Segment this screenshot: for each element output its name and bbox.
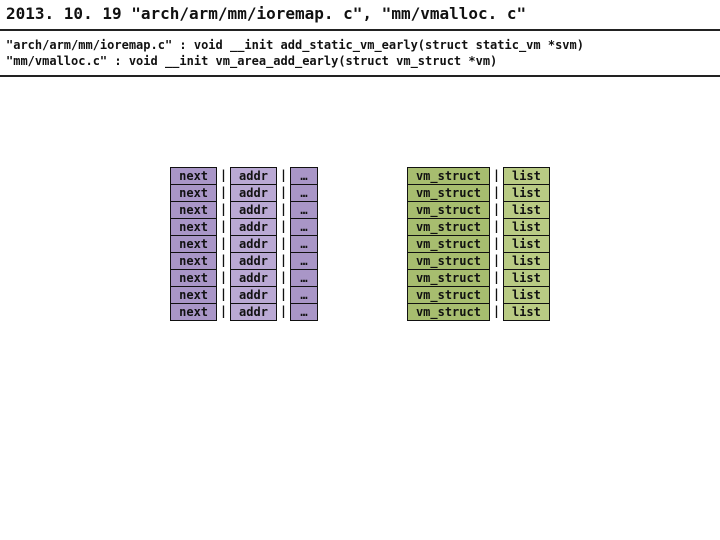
static-vm-cell: addr bbox=[230, 303, 277, 321]
static-vm-cell: … bbox=[290, 184, 318, 202]
static-vm-cell: addr bbox=[230, 218, 277, 236]
column-separator: | bbox=[276, 269, 290, 286]
static-vm-row: next|addr|… bbox=[171, 303, 318, 320]
static-vm-cell: next bbox=[170, 201, 217, 219]
vm-struct-cell: list bbox=[503, 269, 550, 287]
vm-struct-cell: vm_struct bbox=[407, 235, 490, 253]
static-vm-cell: … bbox=[290, 269, 318, 287]
static-vm-list-block: next|addr|…next|addr|…next|addr|…next|ad… bbox=[171, 167, 318, 320]
column-separator: | bbox=[217, 218, 231, 235]
static-vm-cell: addr bbox=[230, 235, 277, 253]
vm-struct-cell: list bbox=[503, 252, 550, 270]
vm-struct-cell: vm_struct bbox=[407, 167, 490, 185]
column-separator: | bbox=[217, 303, 231, 320]
column-separator: | bbox=[489, 201, 503, 218]
static-vm-cell: addr bbox=[230, 286, 277, 304]
column-separator: | bbox=[217, 167, 231, 184]
static-vm-row: next|addr|… bbox=[171, 235, 318, 252]
static-vm-cell: addr bbox=[230, 167, 277, 185]
signature-line-1: "arch/arm/mm/ioremap.c" : void __init ad… bbox=[6, 37, 714, 53]
static-vm-cell: next bbox=[170, 286, 217, 304]
column-separator: | bbox=[217, 184, 231, 201]
vm-struct-cell: vm_struct bbox=[407, 286, 490, 304]
static-vm-cell: addr bbox=[230, 201, 277, 219]
column-separator: | bbox=[276, 286, 290, 303]
column-separator: | bbox=[276, 184, 290, 201]
vm-struct-cell: vm_struct bbox=[407, 303, 490, 321]
static-vm-cell: … bbox=[290, 218, 318, 236]
vm-struct-cell: list bbox=[503, 235, 550, 253]
static-vm-cell: … bbox=[290, 252, 318, 270]
vm-struct-row: vm_struct|list bbox=[407, 252, 549, 269]
column-separator: | bbox=[489, 235, 503, 252]
vm-struct-cell: vm_struct bbox=[407, 184, 490, 202]
static-vm-cell: next bbox=[170, 303, 217, 321]
static-vm-cell: … bbox=[290, 303, 318, 321]
vm-struct-row: vm_struct|list bbox=[407, 269, 549, 286]
column-separator: | bbox=[489, 252, 503, 269]
column-separator: | bbox=[489, 218, 503, 235]
static-vm-cell: addr bbox=[230, 252, 277, 270]
column-separator: | bbox=[276, 252, 290, 269]
vm-struct-cell: list bbox=[503, 303, 550, 321]
vm-struct-row: vm_struct|list bbox=[407, 201, 549, 218]
vm-struct-row: vm_struct|list bbox=[407, 235, 549, 252]
column-separator: | bbox=[489, 286, 503, 303]
column-separator: | bbox=[276, 167, 290, 184]
static-vm-cell: next bbox=[170, 252, 217, 270]
static-vm-cell: addr bbox=[230, 184, 277, 202]
static-vm-cell: … bbox=[290, 235, 318, 253]
diagram-area: next|addr|…next|addr|…next|addr|…next|ad… bbox=[0, 167, 720, 320]
vm-struct-cell: vm_struct bbox=[407, 201, 490, 219]
vm-struct-cell: list bbox=[503, 167, 550, 185]
column-separator: | bbox=[276, 201, 290, 218]
static-vm-row: next|addr|… bbox=[171, 201, 318, 218]
static-vm-row: next|addr|… bbox=[171, 218, 318, 235]
signature-line-2: "mm/vmalloc.c" : void __init vm_area_add… bbox=[6, 53, 714, 69]
header-bar: 2013. 10. 19 "arch/arm/mm/ioremap. c", "… bbox=[0, 0, 720, 31]
column-separator: | bbox=[489, 269, 503, 286]
vm-struct-cell: vm_struct bbox=[407, 252, 490, 270]
column-separator: | bbox=[489, 184, 503, 201]
vm-struct-list-block: vm_struct|listvm_struct|listvm_struct|li… bbox=[407, 167, 549, 320]
static-vm-cell: next bbox=[170, 218, 217, 236]
vm-struct-cell: vm_struct bbox=[407, 269, 490, 287]
vm-struct-row: vm_struct|list bbox=[407, 303, 549, 320]
static-vm-cell: next bbox=[170, 269, 217, 287]
column-separator: | bbox=[489, 303, 503, 320]
static-vm-row: next|addr|… bbox=[171, 286, 318, 303]
vm-struct-row: vm_struct|list bbox=[407, 286, 549, 303]
column-separator: | bbox=[276, 235, 290, 252]
static-vm-cell: … bbox=[290, 286, 318, 304]
column-separator: | bbox=[217, 235, 231, 252]
static-vm-row: next|addr|… bbox=[171, 269, 318, 286]
static-vm-cell: next bbox=[170, 184, 217, 202]
column-separator: | bbox=[276, 218, 290, 235]
column-separator: | bbox=[276, 303, 290, 320]
vm-struct-row: vm_struct|list bbox=[407, 167, 549, 184]
vm-struct-cell: list bbox=[503, 218, 550, 236]
static-vm-row: next|addr|… bbox=[171, 167, 318, 184]
column-separator: | bbox=[217, 201, 231, 218]
subheader-bar: "arch/arm/mm/ioremap.c" : void __init ad… bbox=[0, 31, 720, 77]
vm-struct-cell: vm_struct bbox=[407, 218, 490, 236]
static-vm-row: next|addr|… bbox=[171, 184, 318, 201]
static-vm-cell: next bbox=[170, 167, 217, 185]
column-separator: | bbox=[217, 286, 231, 303]
column-separator: | bbox=[217, 269, 231, 286]
static-vm-cell: … bbox=[290, 167, 318, 185]
column-separator: | bbox=[489, 167, 503, 184]
static-vm-cell: next bbox=[170, 235, 217, 253]
page-title: 2013. 10. 19 "arch/arm/mm/ioremap. c", "… bbox=[6, 4, 714, 23]
vm-struct-row: vm_struct|list bbox=[407, 184, 549, 201]
static-vm-cell: addr bbox=[230, 269, 277, 287]
static-vm-row: next|addr|… bbox=[171, 252, 318, 269]
vm-struct-cell: list bbox=[503, 201, 550, 219]
vm-struct-row: vm_struct|list bbox=[407, 218, 549, 235]
static-vm-cell: … bbox=[290, 201, 318, 219]
vm-struct-cell: list bbox=[503, 184, 550, 202]
column-separator: | bbox=[217, 252, 231, 269]
vm-struct-cell: list bbox=[503, 286, 550, 304]
